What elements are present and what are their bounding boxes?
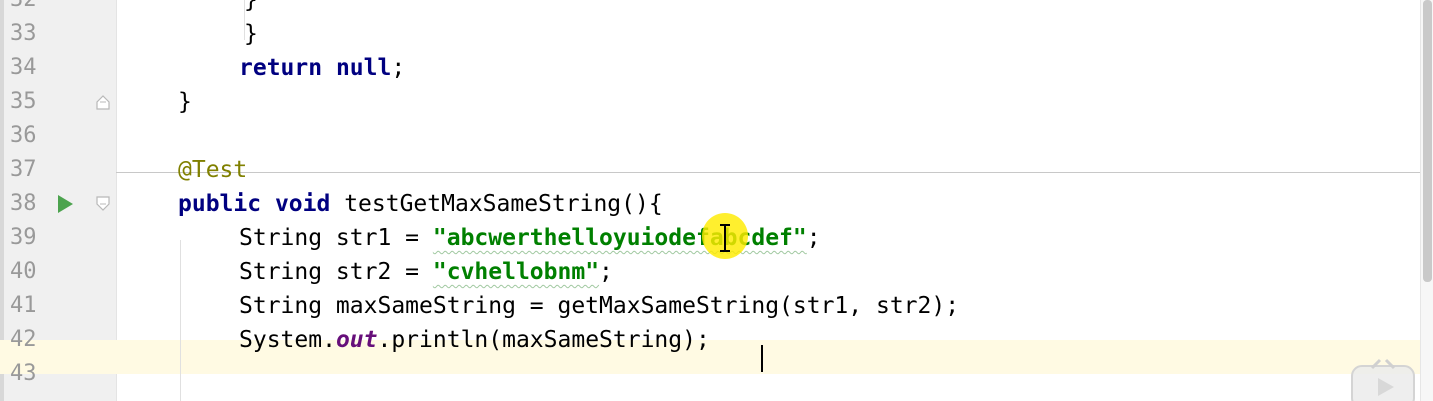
code-token: "cvhellobnm": [432, 259, 600, 285]
fold-marker-icon[interactable]: [96, 94, 110, 110]
scrollbar-thumb[interactable]: [1423, 0, 1432, 282]
line-number[interactable]: 36: [10, 119, 37, 153]
code-text[interactable]: @Test: [178, 153, 247, 187]
line-number[interactable]: 41: [10, 289, 37, 323]
code-text[interactable]: }: [244, 17, 258, 51]
code-line[interactable]: 43: [0, 357, 1420, 391]
code-token: void: [274, 191, 331, 217]
code-line[interactable]: 37 @Test: [0, 153, 1420, 187]
code-token: ;: [806, 225, 821, 251]
text-cursor-icon: [720, 224, 730, 252]
code-token: public: [178, 191, 262, 217]
line-number[interactable]: 34: [10, 51, 37, 85]
code-token: testGetMaxSameString(){: [330, 191, 663, 217]
code-line[interactable]: 40 String str2 = "cvhellobnm";: [0, 255, 1420, 289]
code-token: String str2 =: [239, 259, 433, 285]
code-text[interactable]: String maxSameString = getMaxSameString(…: [239, 289, 959, 323]
code-token: null: [335, 55, 392, 81]
line-number[interactable]: 38: [10, 187, 37, 221]
code-token: String str1 =: [239, 225, 433, 251]
line-number[interactable]: 43: [10, 357, 37, 391]
code-token: out: [335, 327, 378, 353]
code-line[interactable]: 35}: [0, 85, 1420, 119]
code-text[interactable]: }: [244, 0, 258, 17]
code-token: .println(maxSameString);: [377, 327, 710, 353]
code-token: return: [239, 55, 323, 81]
video-player-icon: [1351, 358, 1415, 401]
run-gutter-icon[interactable]: [58, 195, 73, 213]
code-line[interactable]: 32}: [0, 0, 1420, 17]
code-token: }: [178, 89, 192, 115]
line-number[interactable]: 35: [10, 85, 37, 119]
code-line[interactable]: 38 public void testGetMaxSameString(){: [0, 187, 1420, 221]
code-token: ;: [391, 55, 406, 81]
code-line[interactable]: 33}: [0, 17, 1420, 51]
code-line[interactable]: 41 String maxSameString = getMaxSameStrin…: [0, 289, 1420, 323]
code-line[interactable]: 34 return null;: [0, 51, 1420, 85]
code-token: @Test: [178, 157, 248, 183]
code-token: String maxSameString = getMaxSameString(…: [239, 293, 960, 319]
line-number[interactable]: 32: [10, 0, 37, 17]
line-number[interactable]: 33: [10, 17, 37, 51]
fold-marker-icon[interactable]: [96, 196, 110, 212]
code-editor[interactable]: 32}33}34return null;35}3637@Test38public…: [0, 0, 1433, 401]
code-text[interactable]: }: [178, 85, 192, 119]
code-token: }: [244, 21, 258, 47]
line-number[interactable]: 39: [10, 221, 37, 255]
code-token: System.: [239, 327, 336, 353]
code-token: ;: [599, 259, 613, 285]
code-text[interactable]: public void testGetMaxSameString(){: [178, 187, 663, 221]
code-text[interactable]: System.out.println(maxSameString);: [239, 323, 710, 357]
code-line[interactable]: 42 System.out.println(maxSameString);: [0, 323, 1420, 357]
code-token: }: [244, 0, 258, 13]
code-text[interactable]: String str2 = "cvhellobnm";: [239, 255, 613, 289]
code-line[interactable]: 36: [0, 119, 1420, 153]
vertical-scrollbar[interactable]: [1420, 0, 1433, 401]
line-number[interactable]: 37: [10, 153, 37, 187]
code-text[interactable]: return null;: [239, 51, 405, 85]
line-number[interactable]: 42: [10, 323, 37, 357]
line-number[interactable]: 40: [10, 255, 37, 289]
code-token: "abcwerthelloyuiodefabcdef": [432, 225, 807, 251]
text-caret: [761, 345, 763, 372]
